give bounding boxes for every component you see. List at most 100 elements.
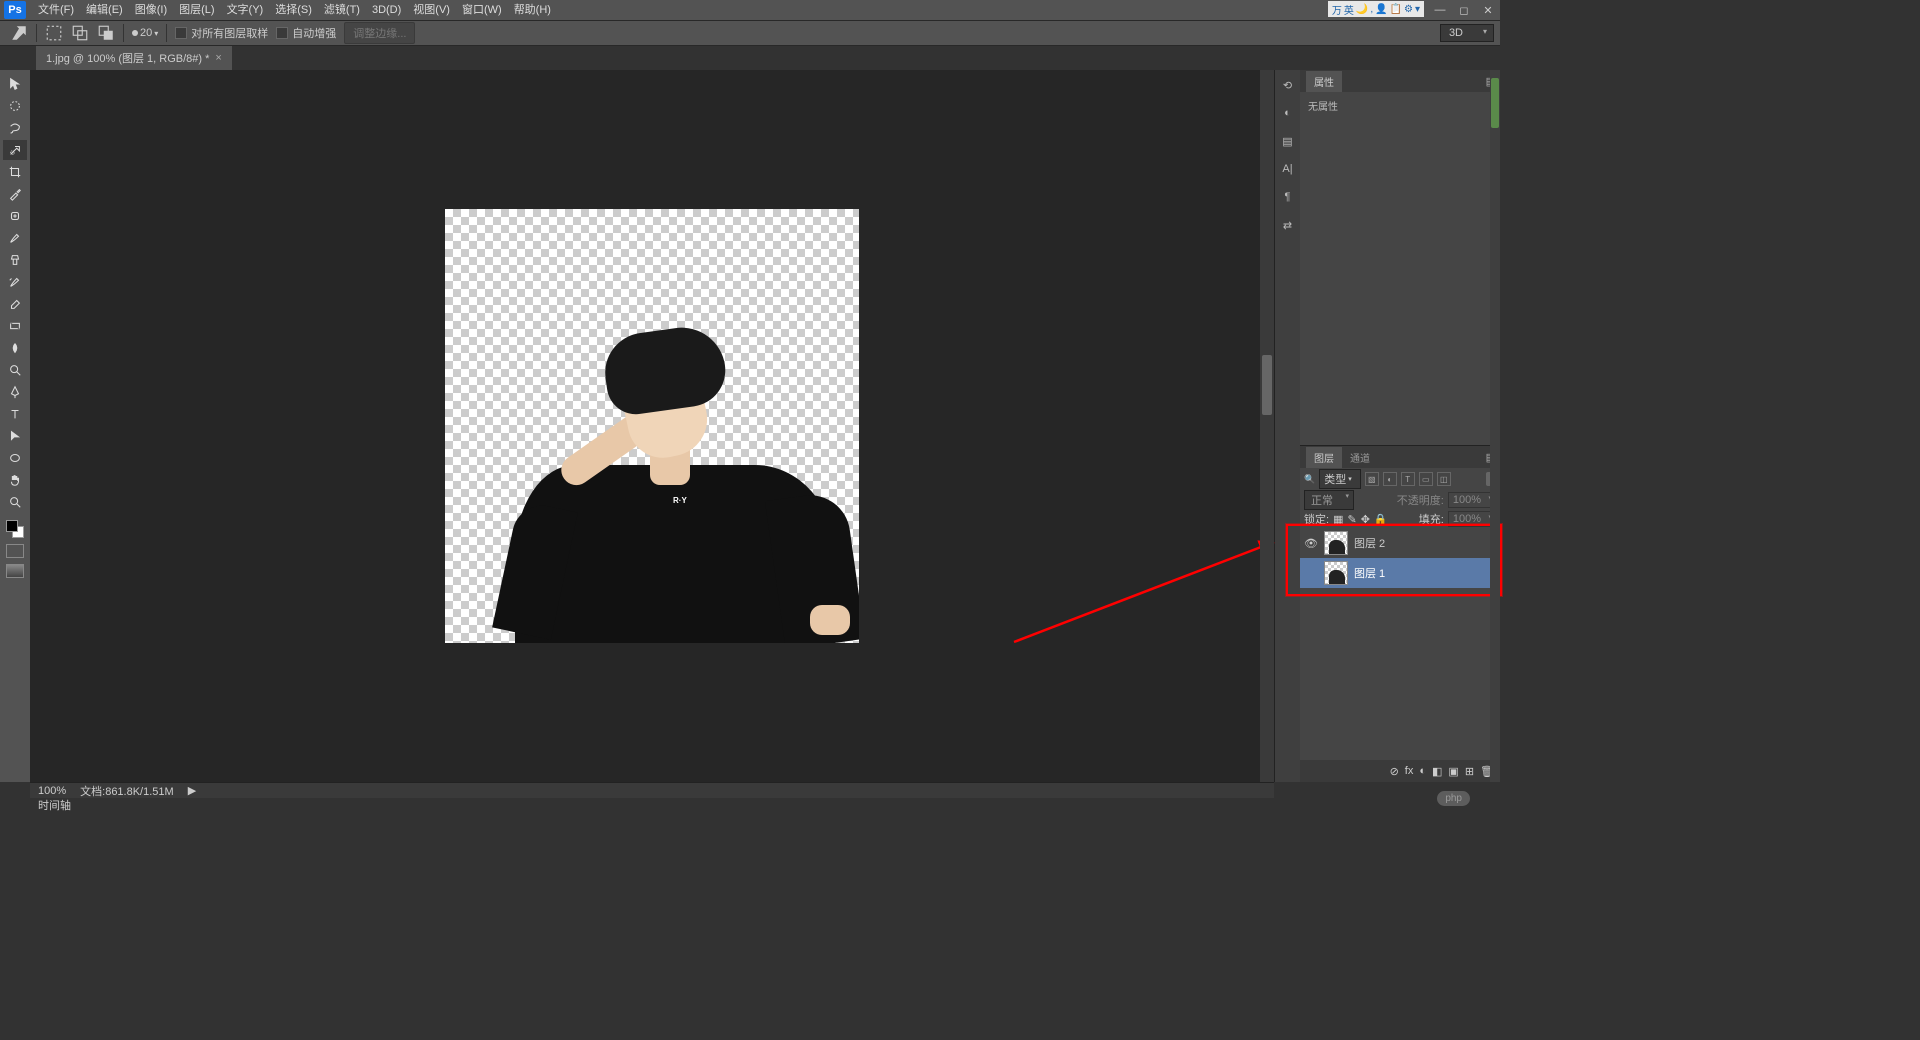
character-panel-icon[interactable]: A| [1279,160,1297,178]
document-tab-bar: 1.jpg @ 100% (图层 1, RGB/8#) * × [0,46,1500,70]
add-selection-icon[interactable] [71,24,89,42]
new-selection-icon[interactable] [45,24,63,42]
adjustments-panel-icon[interactable]: ◐ [1279,104,1297,122]
shape-tool[interactable] [3,448,27,468]
menu-layer[interactable]: 图层(L) [173,0,220,20]
dock-scrollbar[interactable] [1490,70,1500,782]
options-bar: 20 ▾ 对所有图层取样 自动增强 调整边缘... 3D [0,20,1500,46]
hand-tool[interactable] [3,470,27,490]
tool-preset-icon[interactable] [10,24,28,42]
crop-tool[interactable] [3,162,27,182]
zoom-tool[interactable] [3,492,27,512]
brush-tool[interactable] [3,228,27,248]
history-brush-tool[interactable] [3,272,27,292]
visibility-toggle[interactable]: 👁 [1304,537,1318,550]
marquee-tool[interactable] [3,96,27,116]
color-swatch[interactable] [6,520,24,538]
window-minimize-button[interactable]: — [1428,1,1452,19]
swap-panel-icon[interactable]: ⇄ [1279,216,1297,234]
layer-name[interactable]: 图层 2 [1354,535,1385,551]
document-info[interactable]: 文档:861.8K/1.51M [80,783,174,799]
ime-part: ⚙ [1404,4,1413,15]
lock-pixels-icon[interactable]: ▦ [1333,513,1343,526]
menu-type[interactable]: 文字(Y) [221,0,270,20]
auto-enhance-checkbox[interactable]: 自动增强 [276,25,336,41]
layer-fx-icon[interactable]: fx [1405,765,1414,777]
refine-edge-button: 调整边缘... [344,22,415,44]
filter-shape-icon[interactable]: ▭ [1419,472,1433,486]
menu-image[interactable]: 图像(I) [129,0,173,20]
layer-row[interactable]: 图层 1 [1300,558,1500,588]
layers-tab[interactable]: 图层 [1306,447,1342,468]
eyedropper-tool[interactable] [3,184,27,204]
window-close-button[interactable]: ✕ [1476,1,1500,19]
menu-edit[interactable]: 编辑(E) [80,0,129,20]
eraser-tool[interactable] [3,294,27,314]
timeline-bar[interactable]: 时间轴 [30,798,1274,812]
menu-select[interactable]: 选择(S) [269,0,318,20]
window-maximize-button[interactable]: ◻ [1452,1,1476,19]
zoom-level[interactable]: 100% [38,785,66,797]
workspace-switcher[interactable]: 3D [1440,24,1494,42]
clone-stamp-tool[interactable] [3,250,27,270]
link-layers-icon[interactable]: ⊘ [1390,765,1399,778]
type-tool[interactable] [3,404,27,424]
layer-row[interactable]: 👁 图层 2 [1300,528,1500,558]
move-tool[interactable] [3,74,27,94]
ime-indicator[interactable]: 万 英 🌙 , 👤 📋 ⚙ ▾ [1328,1,1424,17]
status-arrow-icon[interactable]: ▶ [188,784,196,797]
layer-thumbnail[interactable] [1324,531,1348,555]
styles-panel-icon[interactable]: ▤ [1279,132,1297,150]
ime-part: ▾ [1415,4,1420,15]
opacity-input[interactable]: 100% [1448,492,1496,508]
blur-tool[interactable] [3,338,27,358]
document-tab[interactable]: 1.jpg @ 100% (图层 1, RGB/8#) * × [36,46,232,70]
menu-file[interactable]: 文件(F) [32,0,80,20]
lock-icon[interactable]: 🔒 [1374,513,1388,526]
subtract-selection-icon[interactable] [97,24,115,42]
layer-name[interactable]: 图层 1 [1354,565,1385,581]
foreground-color[interactable] [6,520,18,532]
layer-group-icon[interactable]: ▣ [1448,765,1458,778]
filter-type-select[interactable]: 类型▾ [1319,469,1361,489]
document-canvas[interactable]: R·Y [445,209,859,643]
channels-tab[interactable]: 通道 [1342,447,1378,468]
dodge-tool[interactable] [3,360,27,380]
canvas-area[interactable]: R·Y [30,70,1274,782]
filter-type-icon[interactable]: T [1401,472,1415,486]
menu-help[interactable]: 帮助(H) [508,0,557,20]
lasso-tool[interactable] [3,118,27,138]
ime-part: , [1370,4,1373,15]
layer-mask-icon[interactable]: ◐ [1419,765,1426,777]
lock-all-icon[interactable]: ✥ [1361,513,1370,526]
brush-size-picker[interactable]: 20 ▾ [132,27,158,39]
quick-mask-toggle[interactable] [6,544,24,558]
pen-tool[interactable] [3,382,27,402]
adjustment-layer-icon[interactable]: ◧ [1432,765,1442,778]
filter-pixel-icon[interactable]: ▧ [1365,472,1379,486]
ime-part: 📋 [1390,4,1402,15]
new-layer-icon[interactable]: ⊞ [1465,765,1474,778]
close-tab-icon[interactable]: × [215,52,221,64]
sample-all-layers-checkbox[interactable]: 对所有图层取样 [175,25,268,41]
healing-brush-tool[interactable] [3,206,27,226]
fill-input[interactable]: 100% [1448,511,1496,527]
lock-position-icon[interactable]: ✎ [1347,513,1356,526]
filter-adjust-icon[interactable]: ◐ [1383,472,1397,486]
menu-view[interactable]: 视图(V) [407,0,456,20]
path-selection-tool[interactable] [3,426,27,446]
ime-part: 英 [1344,2,1354,17]
history-panel-icon[interactable]: ⟲ [1279,76,1297,94]
properties-tab[interactable]: 属性 [1306,71,1342,92]
quick-selection-tool[interactable] [3,140,27,160]
menu-3d[interactable]: 3D(D) [366,0,407,20]
menu-window[interactable]: 窗口(W) [456,0,508,20]
screen-mode-toggle[interactable] [6,564,24,578]
paragraph-panel-icon[interactable]: ¶ [1279,188,1297,206]
filter-smart-icon[interactable]: ◫ [1437,472,1451,486]
menu-filter[interactable]: 滤镜(T) [318,0,366,20]
blend-mode-select[interactable]: 正常 [1304,490,1354,510]
gradient-tool[interactable] [3,316,27,336]
layer-thumbnail[interactable] [1324,561,1348,585]
canvas-scrollbar[interactable] [1260,70,1274,782]
